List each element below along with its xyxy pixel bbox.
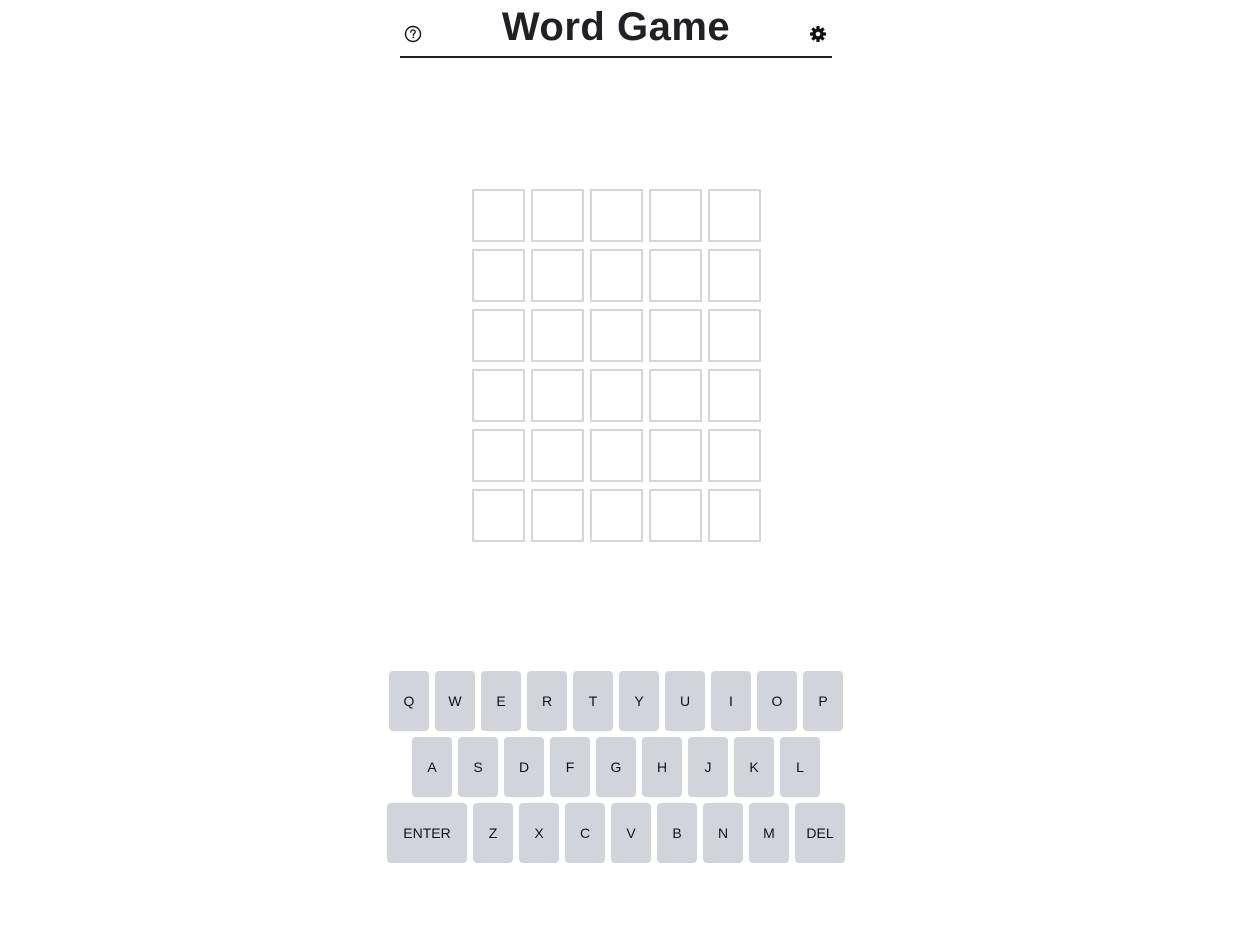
key-j[interactable]: J [688,737,728,797]
board-row [472,189,762,242]
letter-tile [472,189,525,242]
letter-tile [590,489,643,542]
key-g[interactable]: G [596,737,636,797]
letter-tile [708,309,761,362]
letter-tile [531,429,584,482]
key-q[interactable]: Q [389,671,429,731]
board-row [472,249,762,302]
key-s[interactable]: S [458,737,498,797]
key-z[interactable]: Z [473,803,513,863]
header: Word Game [400,0,832,58]
key-u[interactable]: U [665,671,705,731]
letter-tile [708,489,761,542]
enter-key[interactable]: ENTER [387,803,467,863]
key-n[interactable]: N [703,803,743,863]
key-c[interactable]: C [565,803,605,863]
board-row [472,369,762,422]
letter-tile [590,189,643,242]
keyboard-row: ENTER Z X C V B N M DEL [386,803,846,863]
letter-tile [708,369,761,422]
key-a[interactable]: A [412,737,452,797]
board-row [472,489,762,542]
letter-tile [590,369,643,422]
letter-tile [649,429,702,482]
letter-tile [472,369,525,422]
gear-icon[interactable] [808,24,828,44]
letter-tile [472,249,525,302]
on-screen-keyboard: Q W E R T Y U I O P A S D F G H J K L ENTER Z X C V B N M DEL [386,671,846,869]
letter-tile [531,189,584,242]
board-row [472,429,762,482]
key-h[interactable]: H [642,737,682,797]
letter-tile [649,189,702,242]
key-y[interactable]: Y [619,671,659,731]
letter-tile [590,429,643,482]
key-k[interactable]: K [734,737,774,797]
keyboard-row: QWERTYUIOP [386,671,846,731]
key-r[interactable]: R [527,671,567,731]
key-b[interactable]: B [657,803,697,863]
letter-tile [649,369,702,422]
letter-tile [531,249,584,302]
key-t[interactable]: T [573,671,613,731]
letter-tile [531,489,584,542]
letter-tile [708,189,761,242]
key-m[interactable]: M [749,803,789,863]
letter-tile [472,489,525,542]
letter-tile [649,489,702,542]
game-board [472,189,762,549]
key-o[interactable]: O [757,671,797,731]
key-i[interactable]: I [711,671,751,731]
key-l[interactable]: L [780,737,820,797]
page-title: Word Game [501,5,731,49]
key-p[interactable]: P [803,671,843,731]
key-e[interactable]: E [481,671,521,731]
letter-tile [590,249,643,302]
letter-tile [708,429,761,482]
board-row [472,309,762,362]
letter-tile [649,309,702,362]
key-f[interactable]: F [550,737,590,797]
key-v[interactable]: V [611,803,651,863]
letter-tile [472,429,525,482]
key-w[interactable]: W [435,671,475,731]
letter-tile [472,309,525,362]
key-x[interactable]: X [519,803,559,863]
letter-tile [708,249,761,302]
letter-tile [649,249,702,302]
delete-key[interactable]: DEL [795,803,845,863]
letter-tile [531,309,584,362]
key-d[interactable]: D [504,737,544,797]
letter-tile [590,309,643,362]
letter-tile [531,369,584,422]
keyboard-row: ASDFGHJKL [386,737,846,797]
